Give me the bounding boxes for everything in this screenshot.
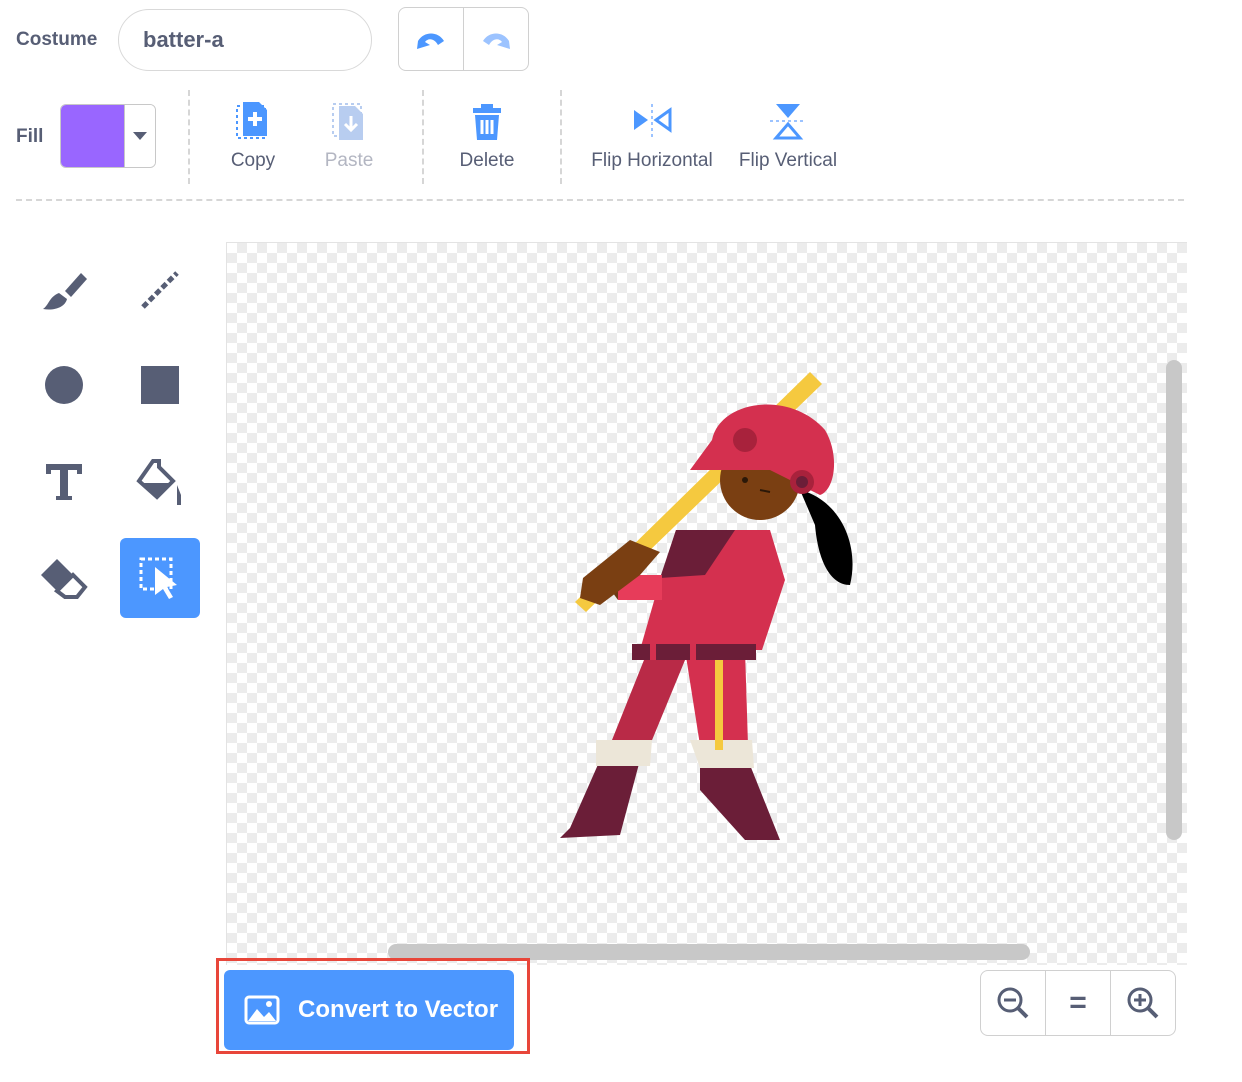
zoom-in-button[interactable] <box>1110 971 1175 1035</box>
brush-icon <box>43 273 87 310</box>
toolbar-divider <box>560 90 562 184</box>
vertical-scrollbar[interactable] <box>1166 360 1182 840</box>
flip-horizontal-icon <box>634 104 672 138</box>
paste-button[interactable]: Paste <box>316 100 382 172</box>
batter-sprite[interactable] <box>540 350 870 850</box>
trash-icon <box>473 104 501 140</box>
caret-down-icon <box>133 132 147 140</box>
brush-tool[interactable] <box>24 250 104 330</box>
zoom-reset-button[interactable]: = <box>1045 971 1110 1035</box>
convert-to-vector-button[interactable]: Convert to Vector <box>224 970 514 1050</box>
text-tool[interactable] <box>24 442 104 522</box>
rectangle-icon <box>141 366 179 404</box>
toolbar-bottom-divider <box>16 199 1184 201</box>
image-icon <box>244 995 280 1025</box>
flip-horizontal-button[interactable]: Flip Horizontal <box>586 100 718 172</box>
undo-button[interactable] <box>399 8 463 70</box>
copy-button[interactable]: Copy <box>220 100 286 172</box>
select-icon <box>139 557 177 599</box>
convert-to-vector-label: Convert to Vector <box>298 996 499 1023</box>
paste-icon <box>332 103 363 140</box>
fill-tool[interactable] <box>120 442 200 522</box>
flip-horizontal-label: Flip Horizontal <box>591 150 713 171</box>
copy-label: Copy <box>230 150 276 171</box>
flip-vertical-icon <box>770 104 806 140</box>
zoom-out-icon <box>997 987 1029 1019</box>
circle-tool[interactable] <box>24 345 104 425</box>
line-tool[interactable] <box>120 250 200 330</box>
flip-vertical-button[interactable]: Flip Vertical <box>734 100 842 172</box>
line-icon <box>141 271 179 309</box>
toolbar-divider <box>422 90 424 184</box>
flip-vertical-label: Flip Vertical <box>738 150 838 171</box>
fill-label: Fill <box>16 126 44 147</box>
undo-icon <box>417 33 444 49</box>
circle-icon <box>45 366 83 404</box>
costume-name-input[interactable] <box>118 9 372 71</box>
paste-label: Paste <box>324 150 374 171</box>
zoom-controls: = <box>980 970 1176 1036</box>
toolbar-divider <box>188 90 190 184</box>
redo-button[interactable] <box>463 8 528 70</box>
undo-redo-group <box>398 7 529 71</box>
redo-icon <box>483 33 510 49</box>
delete-label: Delete <box>459 150 515 171</box>
fill-dropdown[interactable] <box>124 105 155 167</box>
fill-color-swatch[interactable] <box>61 105 124 167</box>
zoom-reset-label: = <box>1069 986 1087 1019</box>
eraser-icon <box>41 559 88 599</box>
fill-color-picker[interactable] <box>60 104 156 168</box>
fill-bucket-icon <box>136 459 181 505</box>
copy-icon <box>236 102 267 139</box>
delete-button[interactable]: Delete <box>452 100 522 172</box>
costume-label: Costume <box>16 29 98 50</box>
zoom-in-icon <box>1127 987 1159 1019</box>
select-tool[interactable] <box>120 538 200 618</box>
text-icon <box>46 464 82 500</box>
eraser-tool[interactable] <box>24 538 104 618</box>
zoom-out-button[interactable] <box>981 971 1045 1035</box>
rectangle-tool[interactable] <box>120 345 200 425</box>
